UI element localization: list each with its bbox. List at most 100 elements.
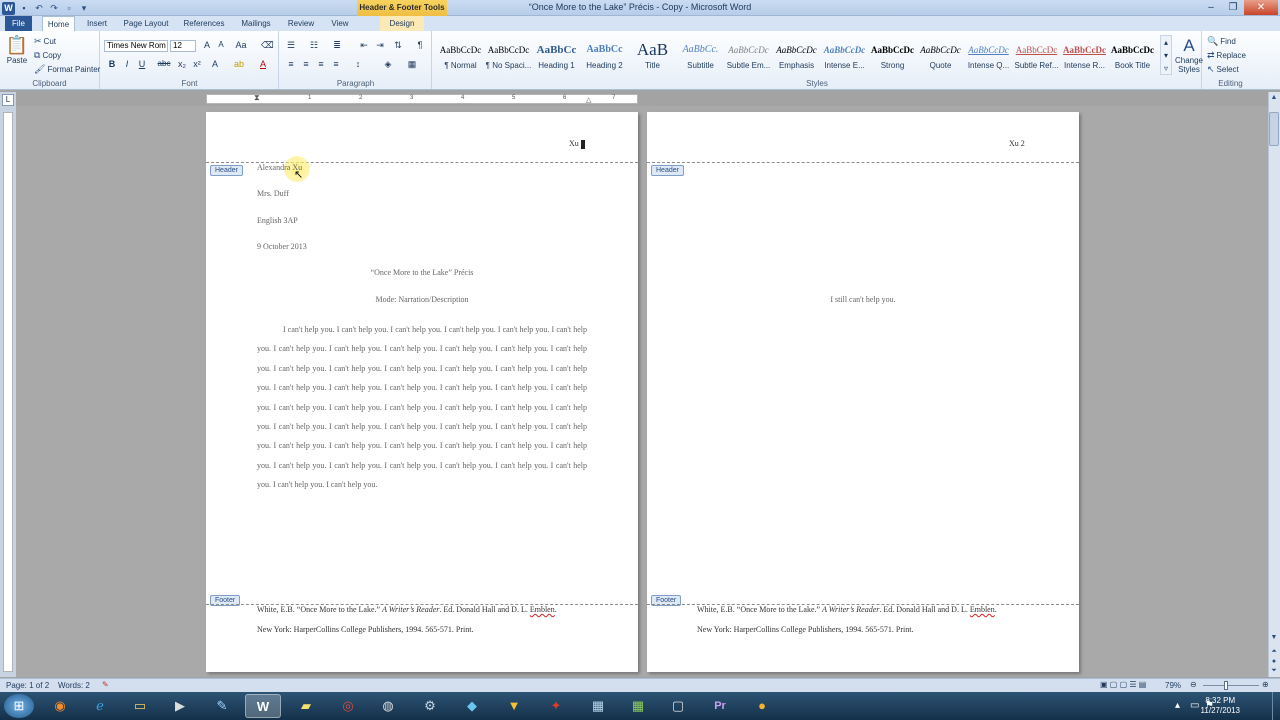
more-styles-icon[interactable]: ▿ (1161, 62, 1171, 75)
header-tag[interactable]: Header (210, 165, 243, 176)
scrollbar-thumb[interactable] (1269, 112, 1279, 146)
draft-icon[interactable]: ▤ (1139, 680, 1147, 689)
scroll-down-icon[interactable]: ▾ (1161, 49, 1171, 62)
format-painter-button[interactable]: 🖌 Format Painter (34, 64, 100, 75)
save-icon[interactable]: ▪ (18, 2, 30, 14)
firefox-icon[interactable]: ◉ (42, 694, 78, 718)
select-button[interactable]: ↖ Select (1207, 64, 1239, 75)
media-player-icon[interactable]: ▶ (162, 694, 198, 718)
close-icon[interactable]: ✕ (1244, 0, 1278, 15)
tab-references[interactable]: References (180, 16, 228, 31)
style-intense-emphasis[interactable]: AaBbCcDc Intense E... (821, 41, 868, 81)
system-clock[interactable]: 8:32 PM 11/27/2013 (1201, 696, 1240, 716)
proofing-icon[interactable]: ✎ (102, 680, 109, 689)
page-2[interactable]: Xu 2 Header I still can't help you. Foot… (647, 112, 1079, 672)
notepad-icon[interactable]: ✎ (204, 694, 240, 718)
find-button[interactable]: 🔍 Find (1207, 36, 1236, 47)
underline-button[interactable]: U (136, 59, 148, 69)
tab-insert[interactable]: Insert (82, 16, 112, 31)
tab-home[interactable]: Home (42, 16, 75, 31)
copy-button[interactable]: ⧉ Copy (34, 50, 61, 61)
style-quote[interactable]: AaBbCcDc Quote (917, 41, 964, 81)
style-book-title[interactable]: AaBbCcDc Book Title (1109, 41, 1156, 81)
style-intense-quote[interactable]: AaBbCcDc Intense Q... (965, 41, 1012, 81)
zoom-slider-thumb[interactable] (1224, 681, 1228, 690)
text-effects-icon[interactable]: A (209, 59, 221, 69)
word-count[interactable]: Words: 2 (58, 681, 90, 690)
outline-icon[interactable]: ☰ (1129, 680, 1136, 689)
style-subtle-emphasis[interactable]: AaBbCcDc Subtle Em... (725, 41, 772, 81)
media-icon[interactable]: ◍ (370, 694, 406, 718)
change-case-icon[interactable]: Aa (235, 40, 247, 50)
grow-font-icon[interactable]: A (201, 40, 213, 50)
change-styles-button[interactable]: A Change Styles (1174, 36, 1204, 74)
acrobat-icon[interactable]: ✦ (538, 694, 574, 718)
app-icon[interactable]: ⚙ (412, 694, 448, 718)
app-icon[interactable]: ● (744, 694, 780, 718)
styles-scroll[interactable]: ▴ ▾ ▿ (1160, 35, 1172, 75)
web-layout-icon[interactable]: ▢ (1120, 680, 1128, 689)
page-1-header-text[interactable]: Xu (569, 139, 585, 149)
shrink-font-icon[interactable]: A (215, 40, 227, 49)
font-color-icon[interactable]: A (257, 59, 269, 69)
tab-file[interactable]: File (5, 16, 32, 31)
font-name-select[interactable]: Times New Rom (104, 40, 168, 52)
scroll-up-icon[interactable]: ▴ (1161, 36, 1171, 49)
page-1[interactable]: Xu Header Alexandra Xu ↖ Mrs. Duff Engli… (206, 112, 638, 672)
align-right-icon[interactable]: ≡ (315, 59, 327, 69)
word-logo-icon[interactable]: W (2, 1, 15, 15)
style-heading-2[interactable]: AaBbCc Heading 2 (581, 41, 628, 81)
internet-explorer-icon[interactable]: ℯ (82, 694, 118, 718)
page-2-header-text[interactable]: Xu 2 (1009, 139, 1025, 148)
paste-button[interactable]: 📋 Paste (5, 35, 29, 65)
calculator-icon[interactable]: ▦ (620, 694, 656, 718)
multilevel-list-icon[interactable]: ≣ (331, 40, 343, 51)
justify-icon[interactable]: ≡ (330, 59, 342, 69)
sticky-notes-icon[interactable]: ▰ (288, 694, 324, 718)
tab-view[interactable]: View (326, 16, 354, 31)
font-size-select[interactable]: 12 (170, 40, 196, 52)
right-indent-marker-icon[interactable]: △ (586, 96, 591, 104)
cut-button[interactable]: ✂ Cut (34, 36, 56, 47)
chrome-icon[interactable]: ◎ (330, 694, 366, 718)
zoom-level[interactable]: 79% (1165, 681, 1181, 690)
shading-icon[interactable]: ◈ (382, 59, 394, 70)
numbering-icon[interactable]: ☷ (308, 40, 320, 51)
increase-indent-icon[interactable]: ⇥ (374, 40, 386, 51)
tab-page-layout[interactable]: Page Layout (120, 16, 172, 31)
indent-marker-icon[interactable]: ⧗ (254, 93, 260, 103)
restore-icon[interactable]: ❐ (1222, 0, 1244, 15)
app-icon[interactable]: ◆ (454, 694, 490, 718)
customize-qat-icon[interactable]: ▾ (78, 2, 90, 14)
redo-icon[interactable]: ↷ (48, 2, 60, 14)
tray-arrow-icon[interactable]: ▴ (1175, 700, 1180, 711)
zoom-slider[interactable] (1203, 685, 1259, 686)
previous-page-icon[interactable]: ⏶ (1269, 648, 1279, 658)
bullets-icon[interactable]: ☰ (285, 40, 297, 51)
replace-button[interactable]: ⇄ Replace (1207, 50, 1246, 61)
app-icon[interactable]: ▦ (580, 694, 616, 718)
style-intense-reference[interactable]: AaBbCcDc Intense R... (1061, 41, 1108, 81)
tab-design[interactable]: Design (380, 16, 424, 31)
style-normal[interactable]: AaBbCcDc ¶ Normal (437, 41, 484, 81)
style-strong[interactable]: AaBbCcDc Strong (869, 41, 916, 81)
start-button[interactable]: ⊞ (4, 694, 34, 718)
style-no-spacing[interactable]: AaBbCcDc ¶ No Spaci... (485, 41, 532, 81)
style-title[interactable]: AaB Title (629, 41, 676, 81)
print-layout-icon[interactable]: ▣ (1100, 680, 1108, 689)
subscript-button[interactable]: x₂ (176, 59, 188, 69)
style-heading-1[interactable]: AaBbCc Heading 1 (533, 41, 580, 81)
next-page-icon[interactable]: ⏷ (1269, 667, 1279, 677)
file-explorer-icon[interactable]: ▭ (122, 694, 158, 718)
clear-format-icon[interactable]: ⌫ (261, 40, 274, 51)
decrease-indent-icon[interactable]: ⇤ (358, 40, 370, 51)
premiere-icon[interactable]: Pr (702, 694, 738, 718)
bold-button[interactable]: B (106, 59, 118, 69)
tab-selector-icon[interactable]: L (2, 94, 14, 106)
full-screen-icon[interactable]: ▢ (1110, 680, 1118, 689)
word-taskbar-icon[interactable]: W (245, 694, 281, 718)
show-desktop-button[interactable] (1272, 692, 1280, 720)
zoom-out-icon[interactable]: ⊖ (1190, 680, 1197, 689)
header-tag[interactable]: Header (651, 165, 684, 176)
align-center-icon[interactable]: ≡ (300, 59, 312, 69)
